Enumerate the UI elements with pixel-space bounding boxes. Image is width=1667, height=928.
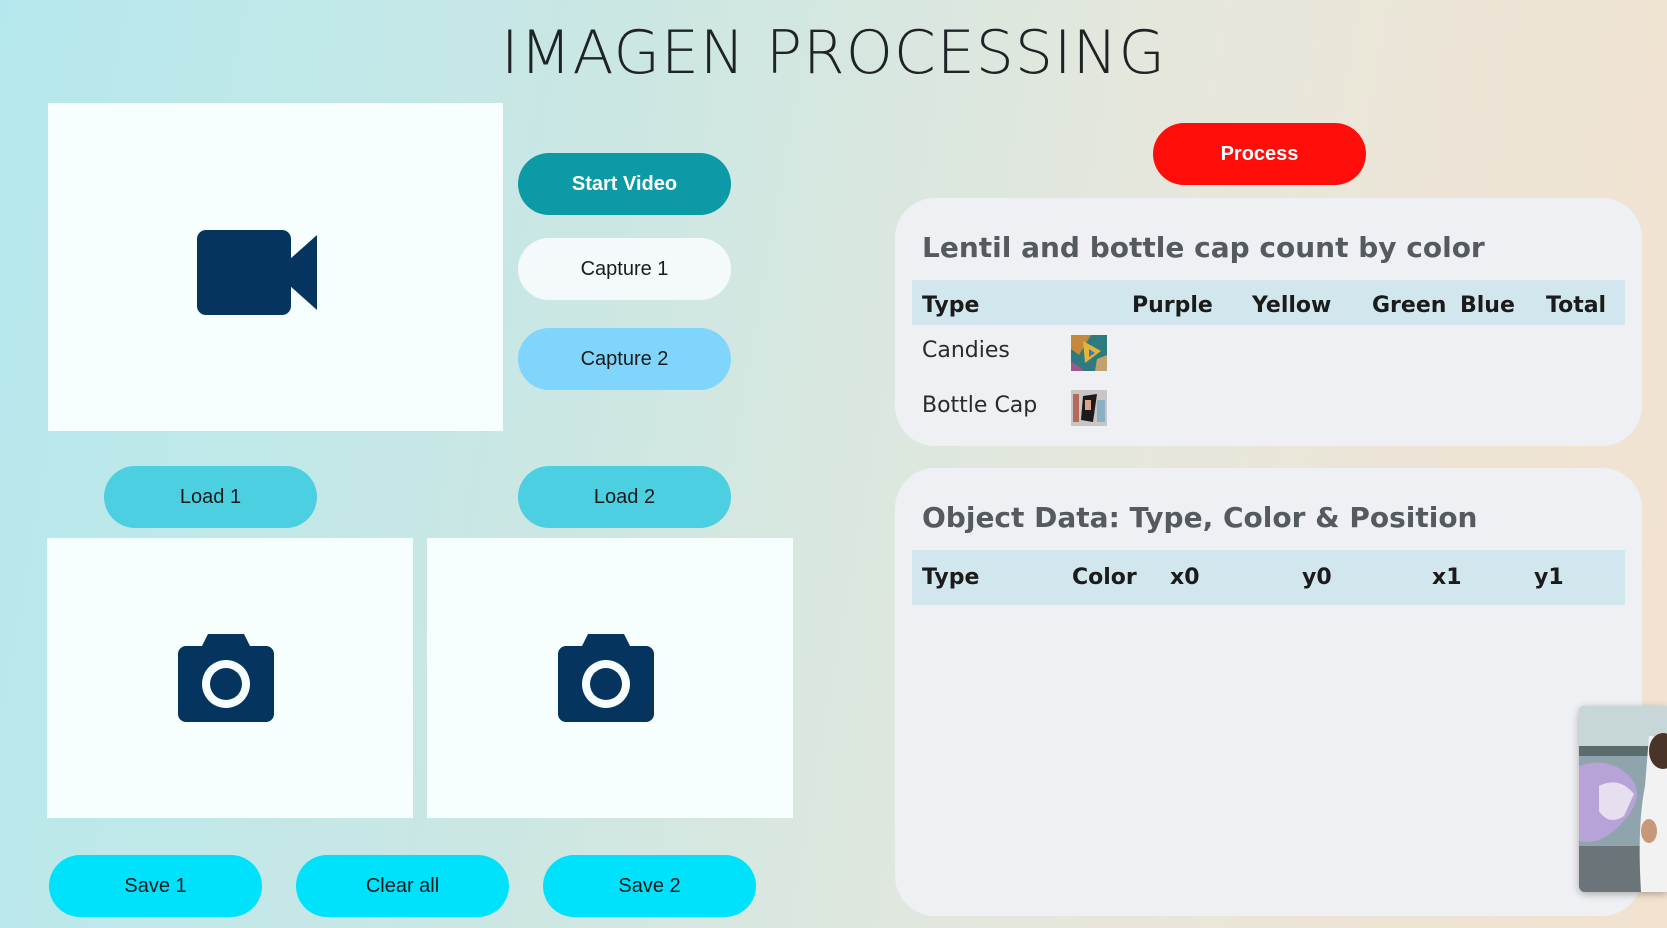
video-preview-panel xyxy=(48,103,503,431)
column-header-purple: Purple xyxy=(1132,293,1213,318)
camera-icon xyxy=(178,634,274,722)
column-header-y1: y1 xyxy=(1534,565,1564,590)
column-header-x1: x1 xyxy=(1432,565,1462,590)
column-header-yellow: Yellow xyxy=(1252,293,1332,318)
column-header-green: Green xyxy=(1372,293,1447,318)
candies-thumbnail xyxy=(1071,335,1107,371)
column-header-blue: Blue xyxy=(1460,293,1515,318)
object-table-header: Type Color x0 y0 x1 y1 xyxy=(912,550,1625,605)
webcam-overlay-image xyxy=(1579,706,1667,892)
load-2-button[interactable]: Load 2 xyxy=(518,466,731,528)
image-2-panel xyxy=(427,538,793,818)
count-table-title: Lentil and bottle cap count by color xyxy=(922,231,1485,264)
load-1-button[interactable]: Load 1 xyxy=(104,466,317,528)
save-2-button[interactable]: Save 2 xyxy=(543,855,756,917)
column-header-y0: y0 xyxy=(1302,565,1332,590)
capture-1-button[interactable]: Capture 1 xyxy=(518,238,731,300)
column-header-type: Type xyxy=(922,565,980,590)
bottle-cap-thumbnail xyxy=(1071,390,1107,426)
object-data-card: Object Data: Type, Color & Position Type… xyxy=(895,468,1642,916)
image-1-panel xyxy=(47,538,413,818)
video-camera-icon xyxy=(197,230,317,315)
count-table-card: Lentil and bottle cap count by color Typ… xyxy=(895,198,1642,446)
row-type-label: Bottle Cap xyxy=(922,393,1038,418)
object-table-title: Object Data: Type, Color & Position xyxy=(922,501,1478,534)
row-type-label: Candies xyxy=(922,338,1010,363)
clear-all-button[interactable]: Clear all xyxy=(296,855,509,917)
start-video-button[interactable]: Start Video xyxy=(518,153,731,215)
column-header-color: Color xyxy=(1072,565,1137,590)
process-button[interactable]: Process xyxy=(1153,123,1366,185)
camera-icon xyxy=(558,634,654,722)
webcam-overlay xyxy=(1579,706,1667,892)
save-1-button[interactable]: Save 1 xyxy=(49,855,262,917)
column-header-total: Total xyxy=(1546,293,1607,318)
column-header-type: Type xyxy=(922,293,980,318)
count-table-header: Type Purple Yellow Green Blue Total xyxy=(912,280,1625,325)
column-header-x0: x0 xyxy=(1170,565,1200,590)
capture-2-button[interactable]: Capture 2 xyxy=(518,328,731,390)
page-title: IMAGEN PROCESSING xyxy=(501,18,1166,88)
